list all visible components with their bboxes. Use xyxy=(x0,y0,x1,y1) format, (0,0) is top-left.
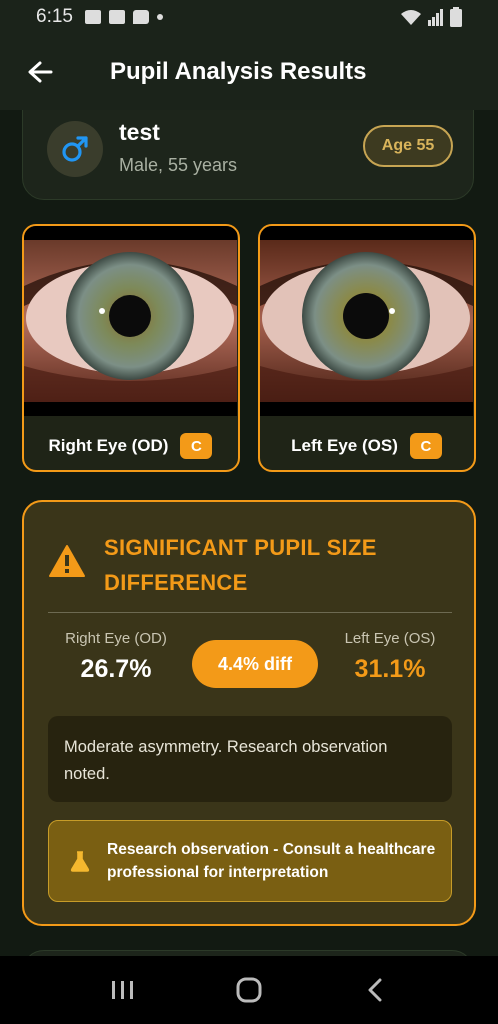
battery-icon xyxy=(450,7,462,27)
warning-icon xyxy=(49,545,85,577)
flask-icon xyxy=(70,851,90,872)
divider xyxy=(48,612,452,613)
arrow-left-icon xyxy=(28,61,53,83)
page-title: Pupil Analysis Results xyxy=(110,58,367,85)
system-navigation-bar xyxy=(0,956,498,1024)
app-bar: Pupil Analysis Results xyxy=(0,34,498,110)
back-nav-button[interactable] xyxy=(345,960,405,1020)
age-badge: Age 55 xyxy=(363,125,453,167)
recent-apps-button[interactable] xyxy=(93,960,153,1020)
status-right xyxy=(400,7,462,27)
asymmetry-note: Moderate asymmetry. Research observation… xyxy=(48,716,452,802)
more-notifications-icon xyxy=(156,14,163,20)
profile-name: test xyxy=(119,119,160,145)
notification-icons xyxy=(84,10,163,24)
research-disclaimer: Research observation - Consult a healthc… xyxy=(48,820,452,902)
status-time: 6:15 xyxy=(36,6,73,27)
back-button[interactable] xyxy=(10,42,70,102)
right-eye-label: Right Eye (OD) xyxy=(48,436,169,455)
left-eye-comparison: Left Eye (OS) 31.1% xyxy=(320,630,460,684)
chevron-left-icon xyxy=(368,978,382,1002)
left-eye-label-row: Left Eye (OS) C xyxy=(260,422,473,470)
profile-card: test Male, 55 years Age 55 xyxy=(22,110,474,200)
left-eye-label: Left Eye (OS) xyxy=(291,436,398,455)
left-eye-grade-badge: C xyxy=(409,433,442,459)
recent-apps-icon xyxy=(112,981,133,999)
right-eye-grade-badge: C xyxy=(180,433,213,459)
home-button[interactable] xyxy=(219,960,279,1020)
right-eye-comparison-value: 26.7% xyxy=(80,655,152,683)
pupil-difference-alert-card: SIGNIFICANT PUPIL SIZE DIFFERENCE Right … xyxy=(22,500,476,926)
status-left: 6:15 xyxy=(36,6,163,28)
wifi-icon xyxy=(401,10,421,25)
right-eye-comparison-label: Right Eye (OD) xyxy=(65,630,167,647)
signal-icon xyxy=(428,9,443,26)
male-symbol-icon xyxy=(62,136,88,162)
message-icon xyxy=(132,10,149,24)
calendar-icon xyxy=(108,10,125,24)
home-icon xyxy=(236,977,262,1003)
left-eye-comparison-label: Left Eye (OS) xyxy=(344,630,436,647)
profile-details: Male, 55 years xyxy=(119,155,238,175)
right-eye-image xyxy=(24,226,237,416)
right-eye-card[interactable]: Right Eye (OD) C xyxy=(22,224,240,472)
left-eye-comparison-value: 31.1% xyxy=(354,655,426,683)
right-eye-label-row: Right Eye (OD) C xyxy=(24,422,237,470)
difference-pill: 4.4% diff xyxy=(192,640,318,688)
alert-title: SIGNIFICANT PUPIL SIZE DIFFERENCE xyxy=(104,535,377,595)
right-eye-comparison: Right Eye (OD) 26.7% xyxy=(46,630,186,684)
left-eye-image xyxy=(260,226,473,416)
avatar xyxy=(47,121,103,177)
left-eye-card[interactable]: Left Eye (OS) C xyxy=(258,224,476,472)
gallery-icon xyxy=(84,10,101,24)
research-disclaimer-text: Research observation - Consult a healthc… xyxy=(107,841,436,881)
status-bar: 6:15 xyxy=(0,0,498,34)
results-scroll-area[interactable]: test Male, 55 years Age 55 Right Eye (OD… xyxy=(0,110,498,956)
